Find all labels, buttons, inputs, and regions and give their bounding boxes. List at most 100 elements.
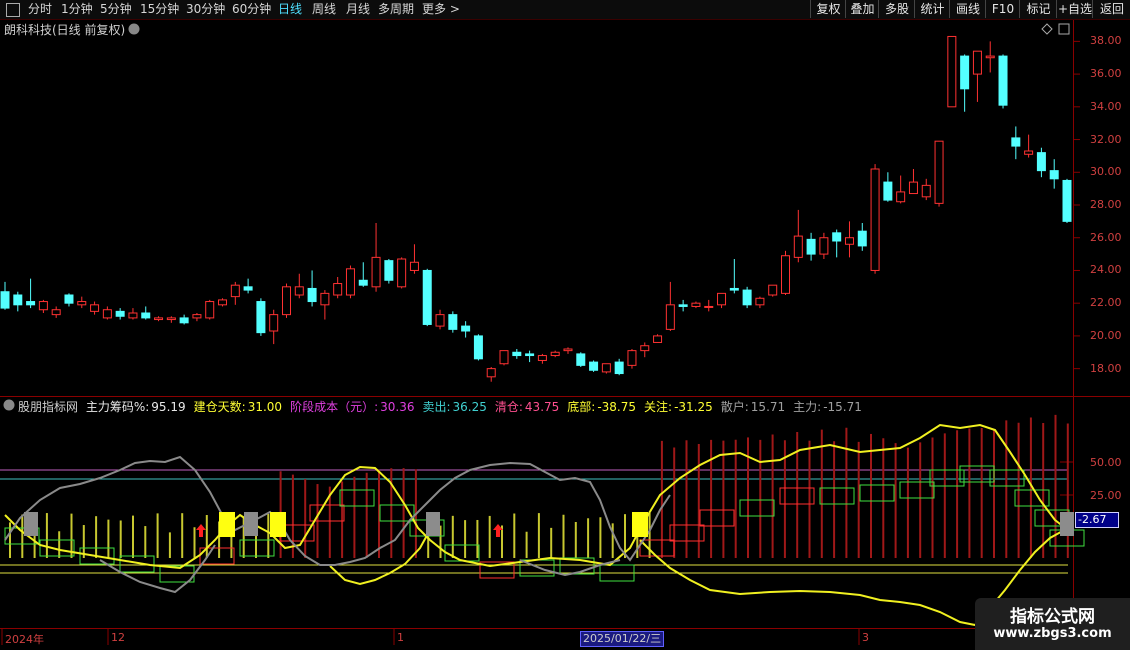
candle-body (972, 50, 982, 75)
up-arrow-icon (196, 524, 206, 537)
time-label-1: 1 (397, 631, 404, 644)
candle-body (320, 292, 330, 306)
price-tick-label: 26.00 (1090, 230, 1122, 244)
toolbar-button[interactable]: 标记 (1019, 0, 1057, 18)
candle-body (192, 314, 202, 319)
price-tick-label: 24.00 (1090, 263, 1122, 277)
chip-box (859, 484, 895, 502)
period-tab[interactable]: 多周期 (378, 1, 414, 18)
indicator-item-label: 关注: (644, 400, 673, 414)
candle-body (256, 301, 266, 334)
candle-body (678, 304, 688, 307)
candle-body (461, 325, 471, 332)
candle-body (166, 317, 176, 321)
candle-body (26, 301, 36, 306)
toolbar-button[interactable]: 画线 (949, 0, 986, 18)
period-tab[interactable]: 60分钟 (232, 1, 271, 18)
period-tab[interactable]: 月线 (346, 1, 370, 18)
candle-body (1062, 179, 1072, 222)
chip-box (819, 487, 855, 505)
candle-body (653, 335, 663, 343)
indicator-item-value: 30.36 (380, 400, 415, 414)
candle-body (550, 351, 560, 357)
price-tick-label: 38.00 (1090, 34, 1122, 48)
chip-box (699, 509, 735, 527)
candle-body (793, 235, 803, 258)
chip-box (339, 489, 375, 507)
indicator-item: 阶段成本（元）: 30.36 (290, 400, 418, 414)
indicator-item-value: 36.25 (452, 400, 487, 414)
candle-body (128, 312, 138, 319)
period-tab[interactable]: 15分钟 (140, 1, 179, 18)
indicator-item-value: 15.71 (750, 400, 786, 414)
candle-body (154, 317, 164, 321)
candle-body (1036, 152, 1046, 172)
price-tick-label: 32.00 (1090, 132, 1122, 146)
candle-body (614, 361, 624, 375)
candle-body (921, 184, 931, 198)
candle-body (717, 292, 727, 306)
indicator-item: 底部: -38.75 (567, 400, 640, 414)
period-tab[interactable]: 30分钟 (186, 1, 225, 18)
candle-body (627, 350, 637, 366)
main-force-bars (9, 414, 1069, 558)
gray-marker (244, 512, 258, 536)
period-tab[interactable]: 周线 (312, 1, 336, 18)
candle-body (832, 232, 842, 242)
toolbar-button[interactable]: 统计 (914, 0, 950, 18)
chip-box (959, 465, 995, 483)
candle-body (243, 286, 253, 291)
candle-body (90, 304, 100, 312)
candle-body (857, 230, 867, 247)
time-label-3: 3 (862, 631, 869, 644)
period-tab[interactable]: 日线 (278, 1, 302, 18)
indicator-item: 卖出: 36.25 (422, 400, 490, 414)
candle-body (908, 181, 918, 195)
menu-icon[interactable] (6, 3, 20, 17)
candle-body (781, 255, 791, 294)
candle-body (729, 287, 739, 291)
price-tick-label: 18.00 (1090, 361, 1122, 375)
candle-body (1011, 137, 1021, 147)
toolbar-button[interactable]: 叠加 (845, 0, 879, 18)
candle-body (665, 304, 675, 330)
period-tab[interactable]: 分时 (28, 1, 52, 18)
indicator-item-label: 建仓天数: (193, 400, 246, 414)
candle-body (576, 353, 586, 366)
window-toggle-icon (1058, 23, 1070, 35)
toolbar-button[interactable]: 多股 (878, 0, 915, 18)
toolbar-button[interactable]: F10 (985, 0, 1020, 18)
candle-body (422, 269, 432, 325)
kline-chart (0, 20, 1130, 645)
candle-body (934, 140, 944, 204)
candle-body (819, 237, 829, 255)
chip-box (929, 469, 965, 487)
indicator-title[interactable]: 股朋指标网 (18, 400, 78, 414)
period-tab[interactable]: 5分钟 (100, 1, 132, 18)
toolbar-button[interactable]: 返回 (1092, 0, 1130, 18)
candle-body (38, 301, 48, 311)
time-label-2024: 2024年 (5, 633, 44, 646)
period-tab[interactable]: 更多 > (422, 1, 460, 18)
price-axis-ticks (1073, 40, 1080, 370)
candle-body (896, 191, 906, 203)
yellow-marker (270, 512, 286, 537)
yellow-marker (632, 512, 648, 537)
candle-body (563, 348, 573, 352)
time-label-12: 12 (111, 631, 125, 644)
stock-title: 朗科科技(日线 前复权) (4, 23, 126, 37)
candle-body (537, 355, 547, 361)
indicator-item-label: 主力筹码%: (85, 400, 150, 414)
indicator-dropdown-icon (3, 399, 15, 411)
indicator-item-label: 卖出: (422, 400, 451, 414)
candle-body (1024, 150, 1034, 155)
toolbar-button[interactable]: +自选 (1056, 0, 1093, 18)
candle-body (13, 294, 23, 306)
candle-body (345, 268, 355, 296)
candle-body (499, 350, 509, 365)
candle-body (512, 351, 522, 357)
period-tab[interactable]: 1分钟 (61, 1, 93, 18)
candle-body (205, 301, 215, 319)
toolbar-button[interactable]: 复权 (810, 0, 846, 18)
candle-body (691, 302, 701, 307)
